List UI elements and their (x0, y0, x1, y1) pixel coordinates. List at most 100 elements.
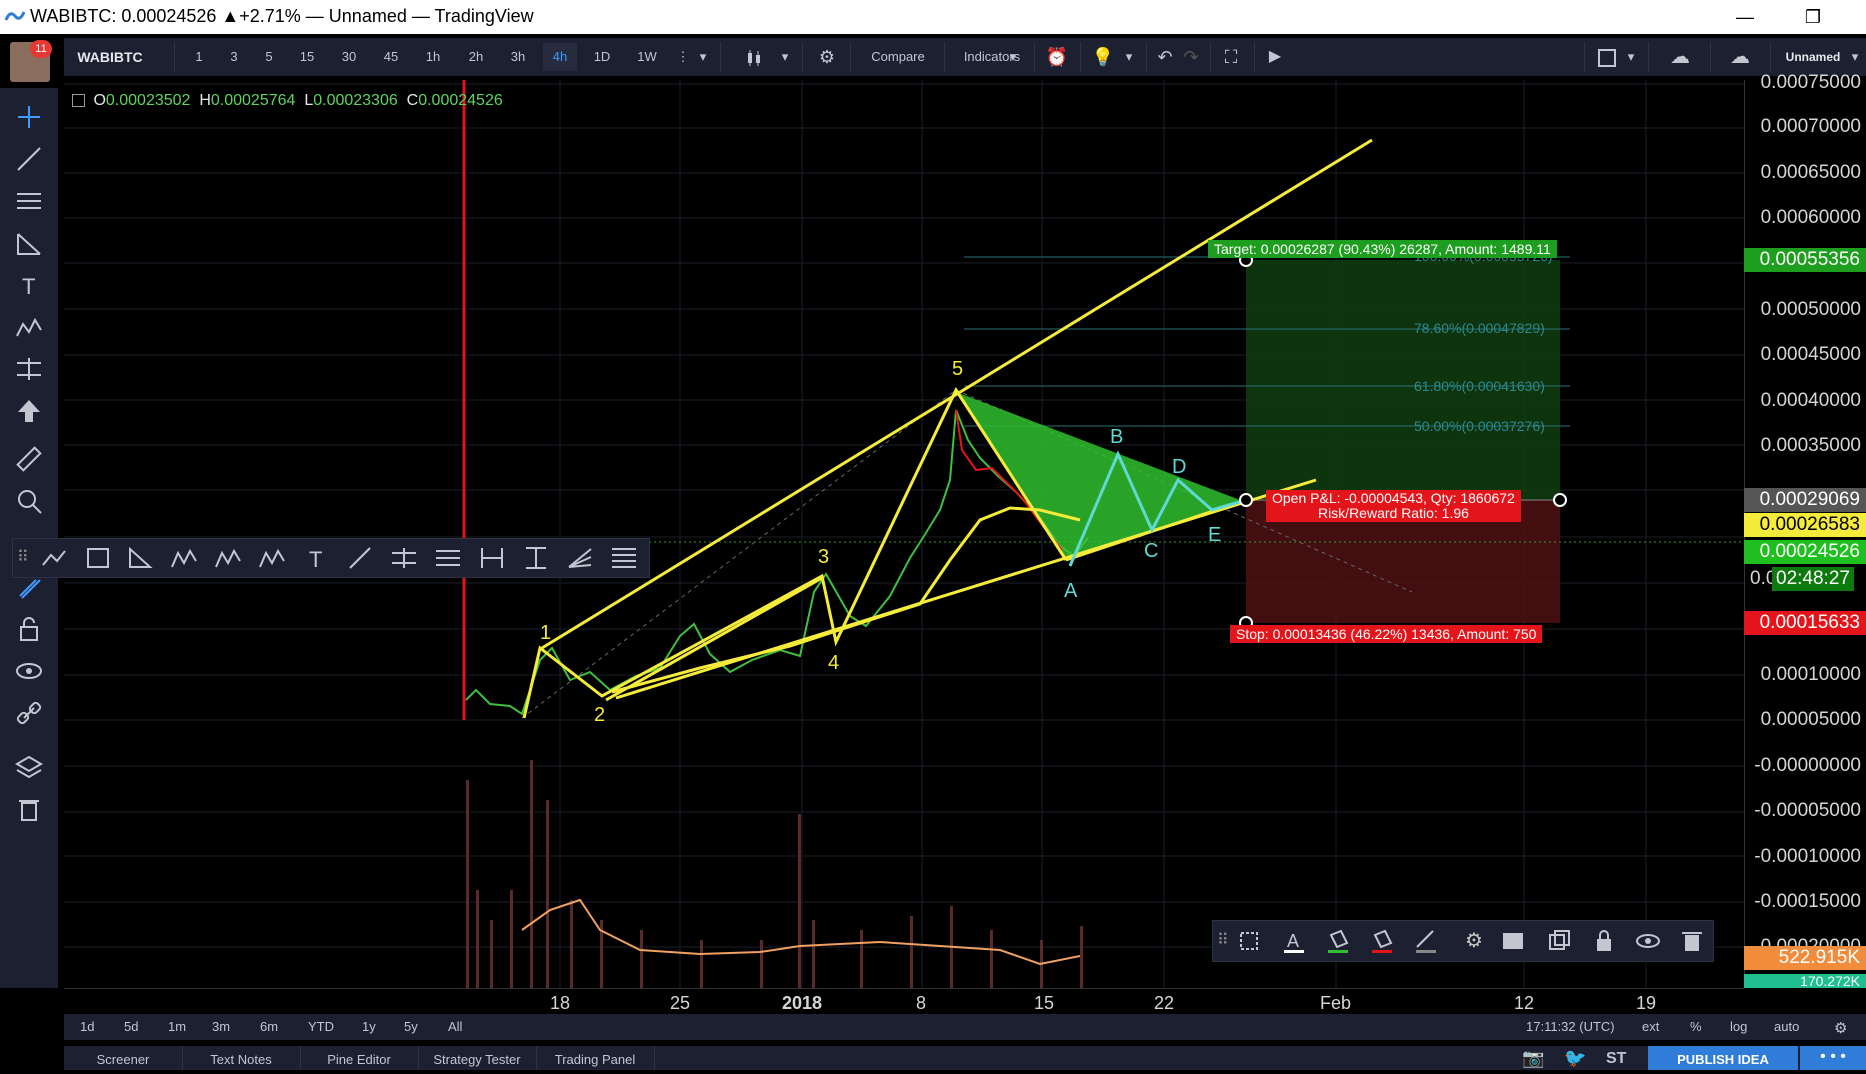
triangle-icon[interactable] (125, 543, 155, 573)
tab-text-notes[interactable]: Text Notes (182, 1046, 301, 1070)
range-all[interactable]: All (448, 1019, 462, 1034)
symbol-search[interactable]: WABIBTC (72, 43, 148, 71)
chart-pane[interactable]: 1 2 3 4 5 A B C D E 100.00%(0.00055726) … (64, 80, 1744, 988)
replay-play-icon[interactable]: ▶ (1260, 43, 1290, 71)
range-1y[interactable]: 1y (362, 1019, 376, 1034)
date-range-icon[interactable] (477, 543, 507, 573)
percent-toggle[interactable]: % (1690, 1019, 1702, 1034)
link-icon[interactable] (14, 698, 44, 728)
trendline-icon[interactable] (14, 144, 44, 174)
rectangle-icon[interactable] (83, 543, 113, 573)
chevron-down-icon[interactable]: ▾ (1622, 43, 1640, 71)
trash-icon[interactable] (1677, 927, 1707, 955)
trash-icon[interactable] (14, 794, 44, 824)
interval-1D[interactable]: 1D (585, 43, 619, 71)
line-color-icon[interactable] (1411, 927, 1441, 955)
log-toggle[interactable]: log (1730, 1019, 1747, 1034)
price-range-icon[interactable] (521, 543, 551, 573)
range-ytd[interactable]: YTD (308, 1019, 334, 1034)
drag-handle-icon[interactable]: ⠿ (1217, 927, 1229, 955)
publish-idea-button[interactable]: PUBLISH IDEA (1648, 1046, 1798, 1070)
fullscreen-icon[interactable]: ⛶ (1216, 43, 1246, 71)
short-position-icon[interactable] (433, 543, 463, 573)
redo-icon[interactable]: ↷ (1178, 43, 1204, 71)
template-icon[interactable] (1235, 927, 1265, 955)
text-tool-icon[interactable]: T (301, 543, 331, 573)
line-icon[interactable] (345, 543, 375, 573)
tab-strategy-tester[interactable]: Strategy Tester (418, 1046, 537, 1070)
trendline-icon[interactable] (39, 543, 69, 573)
maximize-button[interactable]: ❐ (1790, 2, 1836, 32)
chevron-down-icon[interactable]: ▾ (1120, 43, 1138, 71)
stocktwits-icon[interactable]: ST (1606, 1050, 1626, 1068)
interval-1[interactable]: 1 (184, 43, 214, 71)
interval-3h[interactable]: 3h (501, 43, 535, 71)
pattern-icon[interactable] (14, 312, 44, 342)
ruler-icon[interactable] (14, 444, 44, 474)
crosshair-icon[interactable] (14, 102, 44, 132)
cloud-load-icon[interactable]: ☁ (1658, 43, 1702, 71)
lock-icon[interactable] (14, 614, 44, 644)
eye-icon[interactable] (14, 656, 44, 686)
more-options-icon[interactable]: • • • (1800, 1046, 1866, 1070)
interval-30[interactable]: 30 (332, 43, 366, 71)
undo-icon[interactable]: ↶ (1152, 43, 1178, 71)
interval-2h[interactable]: 2h (459, 43, 493, 71)
long-position-icon[interactable] (389, 543, 419, 573)
text-tool-icon[interactable]: T (14, 270, 44, 300)
clone-icon[interactable] (1545, 927, 1575, 955)
drag-handle-icon[interactable]: ⠿ (17, 543, 29, 573)
visibility-icon[interactable] (1499, 927, 1529, 955)
interval-1W[interactable]: 1W (630, 43, 664, 71)
gear-icon[interactable]: ⚙ (1459, 927, 1489, 955)
range-5y[interactable]: 5y (404, 1019, 418, 1034)
range-6m[interactable]: 6m (260, 1019, 278, 1034)
fib-fan-icon[interactable] (565, 543, 595, 573)
alert-icon[interactable]: ⏰ (1042, 43, 1072, 71)
chevron-down-icon[interactable]: ▾ (1004, 43, 1022, 71)
gear-icon[interactable]: ⚙ (1834, 1019, 1847, 1037)
abc-correction-icon[interactable] (257, 543, 287, 573)
layout-name[interactable]: Unnamed (1776, 43, 1850, 71)
cloud-save-icon[interactable]: ☁ (1718, 43, 1762, 71)
utc-clock[interactable]: 17:11:32 (UTC) (1526, 1019, 1615, 1034)
minimize-button[interactable]: — (1722, 2, 1768, 32)
range-1d[interactable]: 1d (80, 1019, 94, 1034)
lock-icon[interactable] (1589, 927, 1619, 955)
collapse-icon[interactable] (72, 94, 85, 108)
auto-toggle[interactable]: auto (1774, 1019, 1799, 1034)
fill-color-icon[interactable] (1323, 927, 1353, 955)
prediction-icon[interactable] (14, 354, 44, 384)
interval-15[interactable]: 15 (290, 43, 324, 71)
time-axis[interactable]: 18 25 2018 8 15 22 Feb 12 19 (64, 988, 1744, 1015)
camera-icon[interactable]: 📷 (1522, 1048, 1544, 1069)
twitter-icon[interactable]: 🐦 (1564, 1048, 1586, 1069)
zoom-icon[interactable] (14, 486, 44, 516)
chevron-down-icon[interactable]: ▾ (776, 43, 794, 71)
elliott-wave-icon[interactable] (213, 543, 243, 573)
tab-trading-panel[interactable]: Trading Panel (536, 1046, 655, 1070)
candle-style-icon[interactable] (734, 43, 774, 71)
range-3m[interactable]: 3m (212, 1019, 230, 1034)
ext-toggle[interactable]: ext (1642, 1019, 1659, 1034)
interval-1h[interactable]: 1h (416, 43, 450, 71)
tab-screener[interactable]: Screener (64, 1046, 183, 1070)
interval-4h[interactable]: 4h (543, 43, 577, 71)
more-intervals-icon[interactable]: ⋮ (674, 43, 692, 71)
chevron-down-icon[interactable]: ▾ (694, 43, 712, 71)
fill-color-2-icon[interactable] (1367, 927, 1397, 955)
tab-pine-editor[interactable]: Pine Editor (300, 1046, 419, 1070)
compare-button[interactable]: Compare (858, 43, 938, 71)
abcd-pattern-icon[interactable] (169, 543, 199, 573)
layers-icon[interactable] (14, 752, 44, 782)
fib-retracement-icon[interactable] (609, 543, 639, 573)
horizontal-lines-icon[interactable] (14, 186, 44, 216)
layout-grid-icon[interactable] (1594, 43, 1620, 71)
range-5d[interactable]: 5d (124, 1019, 138, 1034)
interval-45[interactable]: 45 (374, 43, 408, 71)
eye-icon[interactable] (1633, 927, 1663, 955)
text-color-icon[interactable]: A (1279, 927, 1309, 955)
range-1m[interactable]: 1m (168, 1019, 186, 1034)
ideas-lightbulb-icon[interactable]: 💡 (1088, 43, 1118, 71)
gear-icon[interactable]: ⚙ (812, 43, 842, 71)
